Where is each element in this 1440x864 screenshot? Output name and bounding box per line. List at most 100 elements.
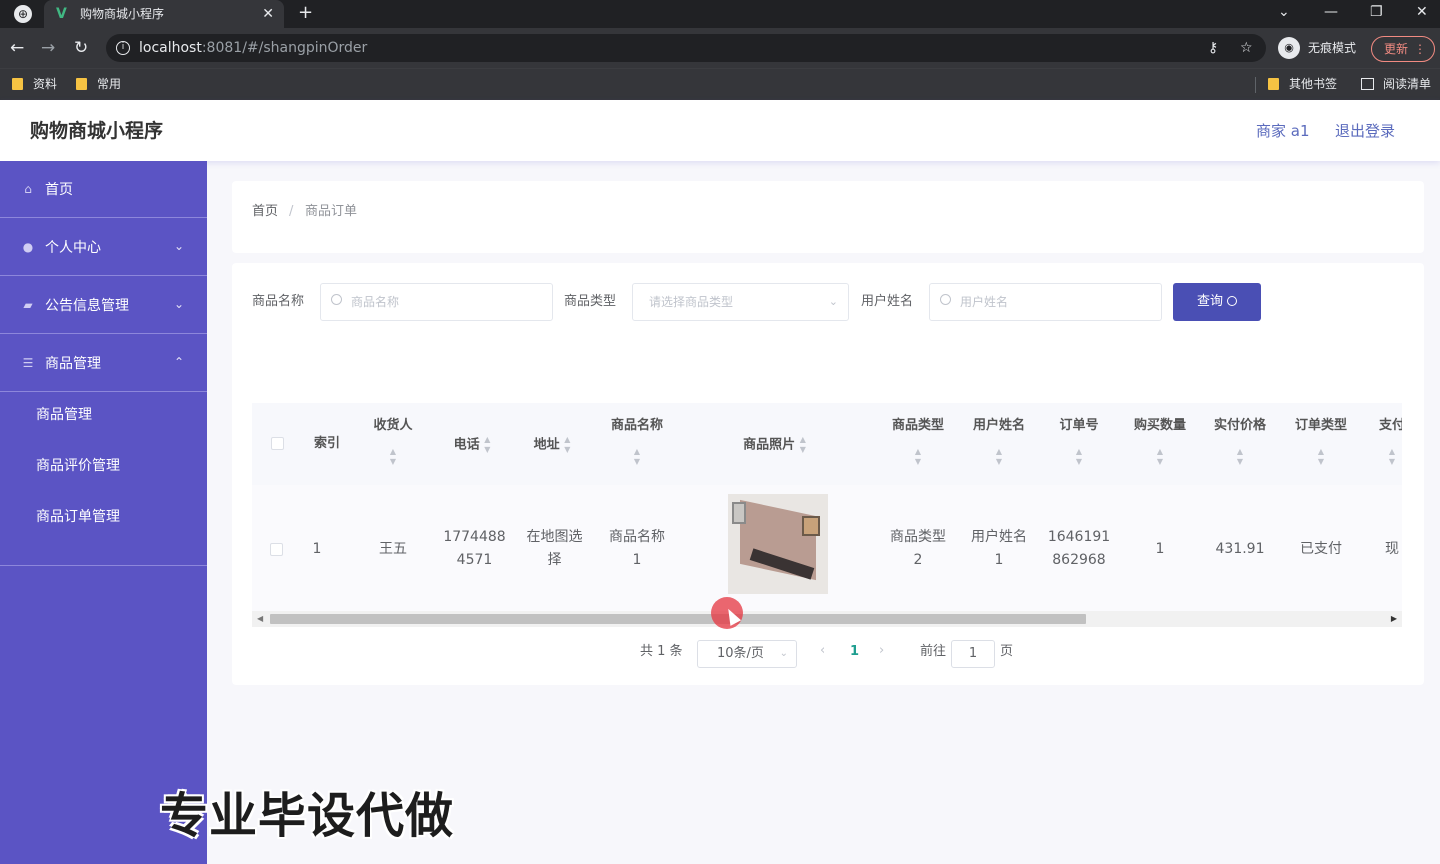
user-name-placeholder: 用户姓名 — [960, 295, 1009, 309]
sort-icon[interactable]: ▲ ▼ — [484, 435, 490, 455]
page-number-current[interactable]: 1 — [850, 643, 859, 661]
app-title: 购物商城小程序 — [30, 120, 164, 142]
breadcrumb: 首页 / 商品订单 — [232, 181, 1424, 253]
sort-icon[interactable]: ▲ ▼ — [1281, 447, 1361, 467]
more-menu-icon[interactable]: ⋮ — [1414, 37, 1426, 61]
submenu-item-orders[interactable]: 商品订单管理 — [36, 507, 120, 527]
reading-list-icon — [1361, 78, 1374, 90]
pagination-total: 共 1 条 — [640, 644, 683, 659]
product-type-label: 商品类型 — [564, 294, 617, 309]
notice-icon: ▰ — [23, 298, 33, 312]
sort-icon[interactable]: ▲ ▼ — [362, 447, 424, 467]
breadcrumb-home[interactable]: 首页 — [252, 203, 278, 221]
column-header-quantity[interactable]: 购买数量 ▲ ▼ — [1120, 403, 1200, 485]
cell-price: 431.91 — [1215, 541, 1265, 557]
select-all-checkbox[interactable] — [271, 437, 284, 450]
bookmark-star-icon[interactable]: ☆ — [1240, 39, 1253, 57]
column-header-phone[interactable]: 电话 ▲ ▼ — [437, 403, 507, 485]
product-name-input[interactable]: 商品名称 — [320, 283, 553, 321]
sort-icon[interactable]: ▲ ▼ — [800, 435, 806, 455]
update-button[interactable]: 更新 ⋮ — [1371, 36, 1435, 62]
folder-icon — [1268, 78, 1279, 90]
user-icon: ● — [22, 240, 34, 254]
sidebar-item-notice-management[interactable]: ▰ 公告信息管理 ⌄ — [0, 277, 207, 334]
app-header: 购物商城小程序 商家 a1 退出登录 — [0, 100, 1440, 161]
sort-icon[interactable]: ▲ ▼ — [1200, 447, 1280, 467]
column-header-index[interactable]: 索引 — [302, 403, 352, 485]
browser-tab-bar: ⊕ V 购物商城小程序 ✕ + ⌄ — ❐ ✕ — [0, 0, 1440, 28]
tab-close-icon[interactable]: ✕ — [262, 5, 274, 23]
row-checkbox[interactable] — [270, 543, 283, 556]
column-header-user-name[interactable]: 用户姓名 ▲ ▼ — [959, 403, 1039, 485]
folder-icon — [76, 78, 87, 90]
current-user: 商家 a1 — [1256, 122, 1310, 140]
scrollbar-thumb[interactable] — [270, 614, 1086, 624]
tab-search-icon[interactable]: ⊕ — [14, 5, 32, 23]
key-icon[interactable]: ⚷ — [1208, 39, 1218, 57]
cell-order-type: 已支付 — [1300, 541, 1342, 557]
column-header-product-name[interactable]: 商品名称 ▲ ▼ — [597, 403, 677, 485]
submenu-item-products[interactable]: 商品管理 — [36, 405, 92, 425]
url-text[interactable]: localhost:8081/#/shangpinOrder — [139, 39, 367, 57]
sort-icon[interactable]: ▲ ▼ — [1362, 447, 1402, 467]
window-close-icon[interactable]: ✕ — [1416, 3, 1428, 21]
home-icon: ⌂ — [24, 182, 32, 196]
bookmark-folder[interactable]: 资料 — [12, 76, 57, 92]
column-header-address[interactable]: 地址 ▲ ▼ — [517, 403, 587, 485]
column-header-product-photo[interactable]: 商品照片 ▲ ▼ — [722, 403, 827, 485]
chevron-down-icon: ⌄ — [174, 239, 185, 253]
forward-icon[interactable]: → — [41, 38, 55, 58]
column-header-product-type[interactable]: 商品类型 ▲ ▼ — [878, 403, 958, 485]
order-list-panel: 商品名称 商品名称 商品类型 请选择商品类型 ⌄ 用户姓名 用户姓名 查询 索引… — [232, 263, 1424, 685]
sort-icon[interactable]: ▲ ▼ — [959, 447, 1039, 467]
restore-icon[interactable]: ❐ — [1370, 3, 1383, 21]
sidebar-item-product-management[interactable]: ☰ 商品管理 ⌃ — [0, 335, 207, 392]
list-icon: ☰ — [22, 356, 34, 370]
cell-quantity: 1 — [1155, 541, 1165, 557]
site-info-icon[interactable]: i — [116, 41, 130, 55]
user-name-input[interactable]: 用户姓名 — [929, 283, 1162, 321]
vue-favicon-icon: V — [56, 6, 67, 22]
logout-link[interactable]: 退出登录 — [1335, 121, 1395, 141]
sort-icon[interactable]: ▲ ▼ — [597, 447, 677, 467]
other-bookmarks[interactable]: 其他书签 — [1268, 76, 1337, 92]
bookmark-folder[interactable]: 常用 — [76, 76, 121, 92]
chevron-down-icon: ⌄ — [779, 648, 788, 659]
table-row[interactable]: 1 王五 1774488 4571 在地图选 择 商品名称 1 商品类型 2 用… — [252, 485, 1402, 611]
scroll-left-icon[interactable]: ◀ — [257, 614, 263, 624]
sort-icon[interactable]: ▲ ▼ — [878, 447, 958, 467]
sidebar-item-home[interactable]: ⌂ 首页 — [0, 161, 207, 218]
sort-icon[interactable]: ▲ ▼ — [1039, 447, 1119, 467]
page-size-select[interactable]: 10条/页 ⌄ — [697, 640, 797, 668]
column-header-receiver[interactable]: 收货人 ▲ ▼ — [362, 403, 424, 485]
column-header-order-type[interactable]: 订单类型 ▲ ▼ — [1281, 403, 1361, 485]
minimize-icon[interactable]: — — [1324, 3, 1338, 21]
next-page-icon[interactable]: › — [879, 642, 884, 660]
cell-product-type: 商品类型 2 — [890, 529, 946, 568]
cell-phone: 1774488 4571 — [443, 529, 506, 568]
tab-list-chevron-icon[interactable]: ⌄ — [1278, 3, 1290, 21]
column-header-price[interactable]: 实付价格 ▲ ▼ — [1200, 403, 1280, 485]
reload-icon[interactable]: ↻ — [74, 38, 88, 58]
reading-list[interactable]: 阅读清单 — [1361, 76, 1431, 92]
submenu-item-reviews[interactable]: 商品评价管理 — [36, 456, 120, 476]
product-type-placeholder: 请选择商品类型 — [649, 295, 734, 309]
chevron-up-icon: ⌃ — [174, 355, 185, 369]
sort-icon[interactable]: ▲ ▼ — [564, 435, 570, 455]
product-photo[interactable] — [728, 494, 828, 594]
table-horizontal-scrollbar[interactable]: ◀ ▶ — [252, 611, 1402, 627]
browser-tab[interactable]: V 购物商城小程序 ✕ — [44, 0, 284, 28]
new-tab-icon[interactable]: + — [298, 3, 313, 23]
sidebar-item-personal-center[interactable]: ● 个人中心 ⌄ — [0, 219, 207, 276]
back-icon[interactable]: ← — [10, 38, 24, 58]
product-type-select[interactable]: 请选择商品类型 ⌄ — [632, 283, 849, 321]
column-header-pay[interactable]: 支付 ▲ ▼ — [1362, 403, 1402, 485]
prev-page-icon[interactable]: ‹ — [820, 642, 825, 660]
omnibox[interactable]: i localhost:8081/#/shangpinOrder ⚷ ☆ — [106, 34, 1266, 62]
sort-icon[interactable]: ▲ ▼ — [1120, 447, 1200, 467]
column-header-order-no[interactable]: 订单号 ▲ ▼ — [1039, 403, 1119, 485]
goto-page-input[interactable]: 1 — [951, 640, 995, 668]
update-label: 更新 — [1384, 42, 1409, 56]
scroll-right-icon[interactable]: ▶ — [1391, 614, 1397, 624]
query-button[interactable]: 查询 — [1173, 283, 1261, 321]
